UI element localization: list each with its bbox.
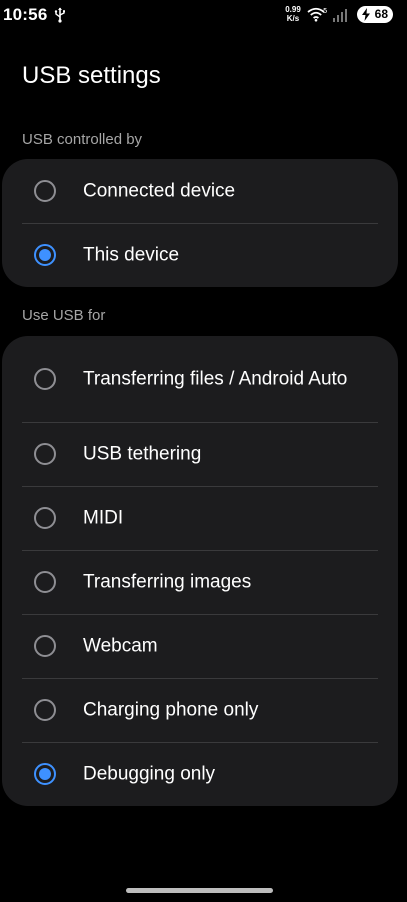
network-speed: 0.99 K/s (283, 5, 303, 23)
status-bar: 10:56 0.99 K/s 5 68 (0, 0, 407, 34)
option-label: Debugging only (83, 763, 216, 785)
radio-charging-phone-only[interactable] (34, 699, 56, 721)
option-debugging-only[interactable]: Debugging only (2, 742, 398, 806)
radio-this-device[interactable] (34, 244, 56, 266)
radio-transferring-images[interactable] (34, 571, 56, 593)
battery-indicator: 68 (357, 6, 393, 23)
option-label: USB tethering (83, 443, 202, 465)
option-webcam[interactable]: Webcam (2, 614, 398, 678)
radio-connected-device[interactable] (34, 180, 56, 202)
usb-icon (54, 7, 65, 23)
option-label: Connected device (83, 180, 236, 202)
wifi-icon: 5 (307, 7, 327, 22)
status-time: 10:56 (3, 5, 48, 24)
option-label: MIDI (83, 507, 124, 529)
battery-charging-icon (362, 8, 370, 21)
network-speed-unit: K/s (286, 14, 300, 23)
option-label: Charging phone only (83, 699, 259, 721)
radio-webcam[interactable] (34, 635, 56, 657)
battery-level: 68 (374, 7, 388, 21)
option-usb-tethering[interactable]: USB tethering (2, 422, 398, 486)
option-label: This device (83, 244, 180, 266)
option-transferring-files[interactable]: Transferring files / Android Auto (2, 336, 398, 422)
wifi-badge: 5 (323, 7, 327, 15)
option-connected-device[interactable]: Connected device (2, 159, 398, 223)
option-this-device[interactable]: This device (2, 223, 398, 287)
radio-midi[interactable] (34, 507, 56, 529)
section-header-usb-controlled-by: USB controlled by (22, 131, 143, 148)
home-indicator[interactable] (126, 888, 273, 893)
usb-controlled-by-card: Connected device This device (2, 159, 398, 287)
use-usb-for-card: Transferring files / Android Auto USB te… (2, 336, 398, 806)
option-label: Transferring images (83, 571, 252, 593)
radio-debugging-only[interactable] (34, 763, 56, 785)
option-transferring-images[interactable]: Transferring images (2, 550, 398, 614)
section-header-use-usb-for: Use USB for (22, 307, 106, 324)
page-title: USB settings (22, 62, 161, 89)
option-charging-phone-only[interactable]: Charging phone only (2, 678, 398, 742)
network-speed-value: 0.99 (285, 5, 301, 14)
radio-usb-tethering[interactable] (34, 443, 56, 465)
option-label: Webcam (83, 635, 158, 657)
radio-transferring-files[interactable] (34, 368, 56, 390)
signal-icon (333, 9, 347, 22)
option-midi[interactable]: MIDI (2, 486, 398, 550)
option-label: Transferring files / Android Auto (83, 368, 348, 390)
